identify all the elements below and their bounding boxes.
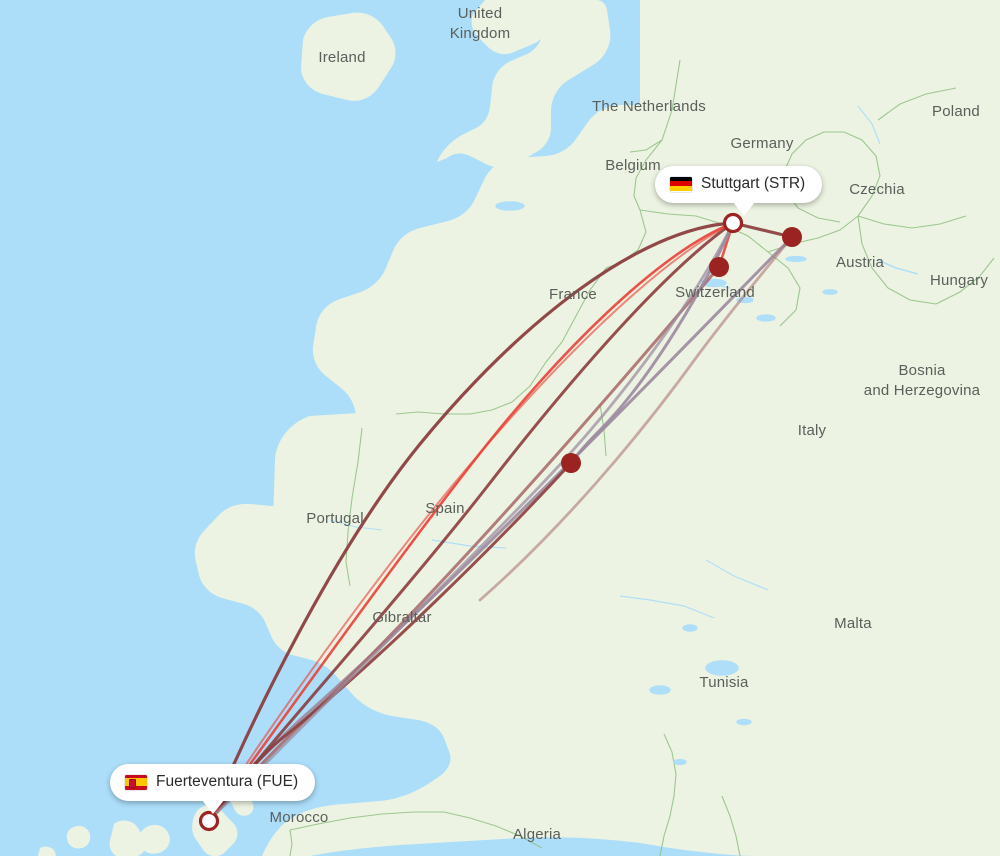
- map-canvas: [0, 0, 1000, 856]
- waypoint-south: [709, 257, 729, 277]
- waypoint-east: [782, 227, 802, 247]
- airport-callout-str[interactable]: Stuttgart (STR): [655, 166, 823, 216]
- germany-flag-icon: [670, 176, 692, 192]
- land-sardinia: [726, 439, 754, 500]
- land-corsica: [724, 399, 748, 443]
- land-la-palma: [66, 825, 91, 849]
- flight-route-map[interactable]: Ireland United Kingdom The Netherlands B…: [0, 0, 1000, 856]
- airport-callout-fue[interactable]: Fuerteventura (FUE): [110, 764, 316, 814]
- airport-marker-fue: [198, 810, 220, 832]
- airport-marker-str: [722, 212, 744, 234]
- waypoint-barcelona: [561, 453, 581, 473]
- spain-flag-icon: [125, 774, 147, 790]
- airport-callout-str-label: Stuttgart (STR): [701, 175, 806, 192]
- callout-tail-str: [733, 202, 755, 216]
- callout-tail-fue: [202, 800, 224, 814]
- airport-callout-fue-label: Fuerteventura (FUE): [156, 773, 299, 790]
